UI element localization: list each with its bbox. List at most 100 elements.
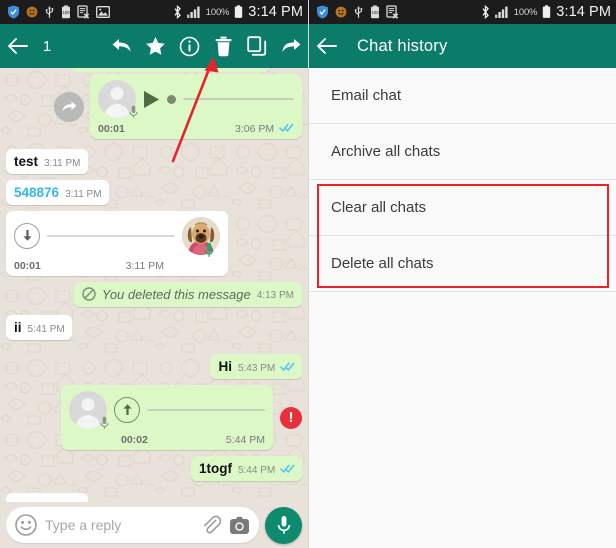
- audio-duration-label: 00:02: [121, 434, 148, 446]
- read-ticks-icon: [280, 464, 295, 473]
- message-row[interactable]: sog 6:04 PM: [6, 493, 302, 502]
- avatar: [182, 217, 220, 257]
- text-message-bubble[interactable]: 548876 3:11 PM: [6, 180, 109, 205]
- battery-icon: [235, 5, 243, 18]
- message-time-label: 5:43 PM: [238, 362, 295, 375]
- message-row[interactable]: 00:02 5:44 PM !: [6, 385, 302, 450]
- audio-row: [69, 391, 265, 429]
- message-time-label: 4:13 PM: [256, 290, 294, 301]
- document-x-icon: [77, 5, 90, 19]
- reply-icon[interactable]: [104, 24, 138, 68]
- message-text: You deleted this message: [101, 287, 251, 302]
- audio-progress-line: [147, 409, 265, 411]
- status-bar-left-icons: 100: [316, 5, 399, 19]
- message-input-bar: Type a reply: [0, 502, 308, 548]
- battery-percent-label: 100%: [513, 6, 538, 18]
- forward-icon[interactable]: [274, 24, 308, 68]
- audio-message-bubble[interactable]: 00:02 5:44 PM: [61, 385, 273, 450]
- audio-meta: 00:01 3:11 PM: [14, 260, 220, 272]
- trash-icon[interactable]: [206, 24, 240, 68]
- status-bar-left-icons: 100: [7, 5, 110, 19]
- text-message-bubble[interactable]: sog 6:04 PM: [6, 493, 89, 502]
- message-time-label: 3:11 PM: [65, 189, 102, 200]
- message-row[interactable]: 548876 3:11 PM: [6, 180, 302, 205]
- audio-meta: 00:02 5:44 PM: [69, 434, 265, 446]
- partial-bubble-top: [72, 68, 268, 72]
- selection-toolbar: 1: [0, 24, 308, 68]
- text-message-bubble[interactable]: test 3:11 PM: [6, 149, 88, 174]
- message-text: 1togf: [198, 461, 232, 476]
- menu-item-delete-all-chats[interactable]: Delete all chats: [309, 236, 616, 292]
- page-title: Chat history: [357, 36, 448, 55]
- audio-track[interactable]: [167, 94, 294, 104]
- back-arrow-icon[interactable]: [309, 24, 343, 68]
- battery-saver-icon: 100: [371, 5, 379, 19]
- message-row[interactable]: 1togf 5:44 PM: [6, 456, 302, 481]
- message-row[interactable]: 00:01 3:06 PM: [6, 74, 302, 139]
- mic-icon: [277, 516, 290, 534]
- play-icon[interactable]: [143, 90, 160, 109]
- send-error-badge[interactable]: !: [280, 406, 302, 429]
- text-message-bubble[interactable]: 1togf 5:44 PM: [190, 456, 302, 481]
- menu-item-archive-all-chats[interactable]: Archive all chats: [309, 124, 616, 180]
- download-icon[interactable]: [14, 223, 40, 249]
- camera-icon[interactable]: [229, 516, 250, 535]
- audio-duration-label: 00:01: [98, 123, 125, 135]
- document-x-icon: [386, 5, 399, 19]
- message-input-pill[interactable]: Type a reply: [6, 507, 259, 543]
- forward-badge-icon: [54, 91, 84, 122]
- status-bar-right-icons: 100% 3:14 PM: [481, 4, 611, 20]
- shield-icon: [8, 5, 19, 19]
- voice-record-button[interactable]: [265, 506, 302, 544]
- read-ticks-icon: [279, 123, 294, 132]
- status-bar-left: 100 100% 3:14 PM: [0, 0, 308, 24]
- emoji-icon[interactable]: [15, 514, 37, 536]
- upload-icon[interactable]: [114, 397, 140, 423]
- message-time-label: 3:11 PM: [125, 260, 164, 272]
- mic-icon: [100, 416, 109, 429]
- battery-percent-label: 100%: [205, 6, 230, 18]
- audio-meta: 00:01 3:06 PM: [98, 123, 294, 135]
- usb-icon: [354, 6, 363, 18]
- bluetooth-icon: [174, 5, 181, 19]
- message-time-label: 3:11 PM: [44, 158, 81, 169]
- svg-text:100: 100: [371, 10, 379, 15]
- audio-message-bubble[interactable]: 00:01 3:11 PM: [6, 211, 228, 276]
- chat-messages-container: 00:01 3:06 PM test 3:11 PM 548876 3:11 P…: [0, 68, 308, 502]
- message-input-placeholder[interactable]: Type a reply: [45, 517, 193, 533]
- copy-icon[interactable]: [240, 24, 274, 68]
- selection-count-label: 1: [42, 37, 52, 55]
- deleted-message-bubble[interactable]: You deleted this message 4:13 PM: [73, 282, 302, 307]
- chat-history-settings-panel: 100 100% 3:14 PM Chat history Email chat…: [308, 0, 616, 548]
- text-message-bubble[interactable]: ii 5:41 PM: [6, 315, 72, 340]
- emoji-icon: [335, 6, 347, 18]
- paperclip-icon[interactable]: [201, 515, 221, 535]
- info-icon[interactable]: [172, 24, 206, 68]
- audio-progress-dot[interactable]: [167, 94, 176, 104]
- signal-bars-icon: [186, 6, 200, 18]
- message-text[interactable]: 548876: [14, 184, 59, 201]
- shield-icon: [317, 5, 328, 19]
- message-row[interactable]: ii 5:41 PM: [6, 315, 302, 340]
- message-text: test: [14, 154, 39, 169]
- text-message-bubble[interactable]: Hi 5:43 PM: [210, 354, 302, 379]
- usb-icon: [45, 6, 54, 18]
- star-icon[interactable]: [138, 24, 172, 68]
- audio-message-bubble[interactable]: 00:01 3:06 PM: [90, 74, 302, 139]
- message-row[interactable]: Hi 5:43 PM: [6, 354, 302, 379]
- status-bar-right: 100 100% 3:14 PM: [309, 0, 616, 24]
- menu-item-email-chat[interactable]: Email chat: [309, 68, 616, 124]
- signal-bars-icon: [494, 6, 508, 18]
- message-time-label: 5:44 PM: [238, 464, 295, 477]
- back-arrow-icon[interactable]: [0, 24, 34, 68]
- clock-label: 3:14 PM: [556, 4, 611, 20]
- chat-message-list[interactable]: 00:01 3:06 PM test 3:11 PM 548876 3:11 P…: [0, 68, 308, 502]
- message-time-label: 5:41 PM: [27, 324, 65, 335]
- battery-icon: [543, 5, 551, 18]
- message-row[interactable]: test 3:11 PM: [6, 149, 302, 174]
- battery-saver-icon: 100: [62, 5, 70, 19]
- menu-item-clear-all-chats[interactable]: Clear all chats: [309, 180, 616, 236]
- message-row[interactable]: 00:01 3:11 PM: [6, 211, 302, 276]
- message-row[interactable]: You deleted this message 4:13 PM: [6, 282, 302, 307]
- blocked-icon: [82, 287, 96, 301]
